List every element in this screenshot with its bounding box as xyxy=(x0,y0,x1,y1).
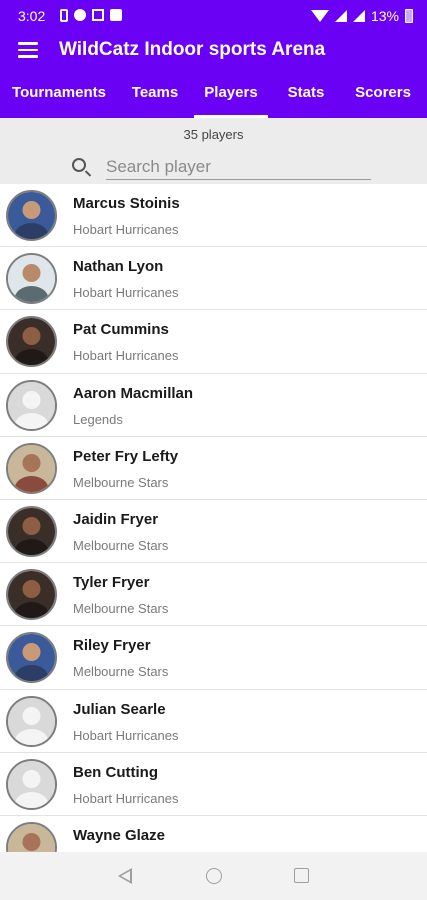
battery-icon xyxy=(405,9,413,23)
player-avatar xyxy=(6,442,57,494)
battery-percent: 13% xyxy=(370,8,399,24)
player-row[interactable]: Riley Fryer Melbourne Stars xyxy=(0,626,427,690)
recents-icon[interactable] xyxy=(294,868,309,883)
player-avatar xyxy=(6,569,57,621)
tab-stats[interactable]: Stats xyxy=(282,70,330,118)
player-name: Riley Fryer xyxy=(73,637,151,655)
tab-bar: Tournaments Teams Players Stats Scorers xyxy=(0,70,427,118)
player-row[interactable]: Pat Cummins Hobart Hurricanes xyxy=(0,310,427,374)
app-bar: WildCatz Indoor sports Arena xyxy=(0,32,427,70)
player-row[interactable]: Wayne Glaze xyxy=(0,816,427,852)
system-status: 13% xyxy=(310,8,413,24)
gallery-icon xyxy=(110,9,122,21)
player-avatar xyxy=(6,253,57,305)
status-time: 3:02 xyxy=(18,8,46,24)
player-count: 35 players xyxy=(183,127,244,142)
avatar-placeholder-icon xyxy=(6,695,57,747)
facebook-icon xyxy=(74,9,86,21)
player-row[interactable]: Tyler Fryer Melbourne Stars xyxy=(0,563,427,627)
player-team: Hobart Hurricanes xyxy=(73,222,179,237)
tab-scorers[interactable]: Scorers xyxy=(350,70,416,118)
player-team: Melbourne Stars xyxy=(73,474,169,490)
status-bar: 3:02 13% xyxy=(0,0,427,32)
player-row[interactable]: Jaidin Fryer Melbourne Stars xyxy=(0,500,427,564)
player-row[interactable]: Ben Cutting Hobart Hurricanes xyxy=(0,753,427,816)
system-nav-bar xyxy=(0,852,427,900)
player-name: Wayne Glaze xyxy=(73,826,165,844)
notification-icons xyxy=(60,9,122,22)
back-icon[interactable] xyxy=(118,868,132,884)
signal-icon xyxy=(334,10,347,22)
player-team: Hobart Hurricanes xyxy=(73,727,179,743)
player-name: Ben Cutting xyxy=(73,763,158,781)
player-avatar xyxy=(6,190,57,241)
search-icon xyxy=(72,158,86,172)
player-name: Aaron Macmillan xyxy=(73,384,194,402)
tab-players[interactable]: Players xyxy=(194,70,268,118)
player-row[interactable]: Nathan Lyon Hobart Hurricanes xyxy=(0,247,427,311)
player-avatar xyxy=(6,821,57,852)
tab-teams[interactable]: Teams xyxy=(126,70,184,118)
player-name: Marcus Stoinis xyxy=(73,195,180,212)
hamburger-menu-icon[interactable] xyxy=(18,42,38,58)
player-row[interactable]: Peter Fry Lefty Melbourne Stars xyxy=(0,437,427,500)
search-input[interactable] xyxy=(106,154,371,180)
player-team: Hobart Hurricanes xyxy=(73,348,179,364)
signal-icon-2 xyxy=(352,10,365,22)
player-name: Julian Searle xyxy=(73,700,166,718)
player-list[interactable]: Marcus Stoinis Hobart Hurricanes Nathan Ly… xyxy=(0,184,427,852)
player-avatar xyxy=(6,505,57,557)
player-name: Jaidin Fryer xyxy=(73,510,159,528)
player-avatar xyxy=(6,632,57,684)
player-row[interactable]: Marcus Stoinis Hobart Hurricanes xyxy=(0,184,427,248)
tab-tournaments[interactable]: Tournaments xyxy=(8,70,110,118)
player-team: Melbourne Stars xyxy=(73,537,169,553)
player-team: Melbourne Stars xyxy=(73,601,169,617)
search-header: 35 players xyxy=(0,118,427,184)
player-name: Pat Cummins xyxy=(73,321,169,339)
player-name: Peter Fry Lefty xyxy=(73,447,179,465)
gmail-icon xyxy=(92,9,104,21)
player-avatar xyxy=(6,316,57,368)
player-row[interactable]: Aaron Macmillan Legends xyxy=(0,374,427,437)
player-team: Hobart Hurricanes xyxy=(73,790,179,806)
player-row[interactable]: Julian Searle Hobart Hurricanes xyxy=(0,690,427,753)
battery-saver-icon xyxy=(60,9,68,22)
player-team: Hobart Hurricanes xyxy=(73,285,179,301)
home-icon[interactable] xyxy=(206,868,222,884)
player-team: Melbourne Stars xyxy=(73,664,169,680)
wifi-icon xyxy=(310,10,329,22)
player-team: Legends xyxy=(73,411,123,427)
avatar-placeholder-icon xyxy=(6,758,57,810)
player-name: Tyler Fryer xyxy=(73,574,150,592)
avatar-placeholder-icon xyxy=(6,379,57,431)
player-name: Nathan Lyon xyxy=(73,258,164,276)
app-title: WildCatz Indoor sports Arena xyxy=(59,39,326,60)
